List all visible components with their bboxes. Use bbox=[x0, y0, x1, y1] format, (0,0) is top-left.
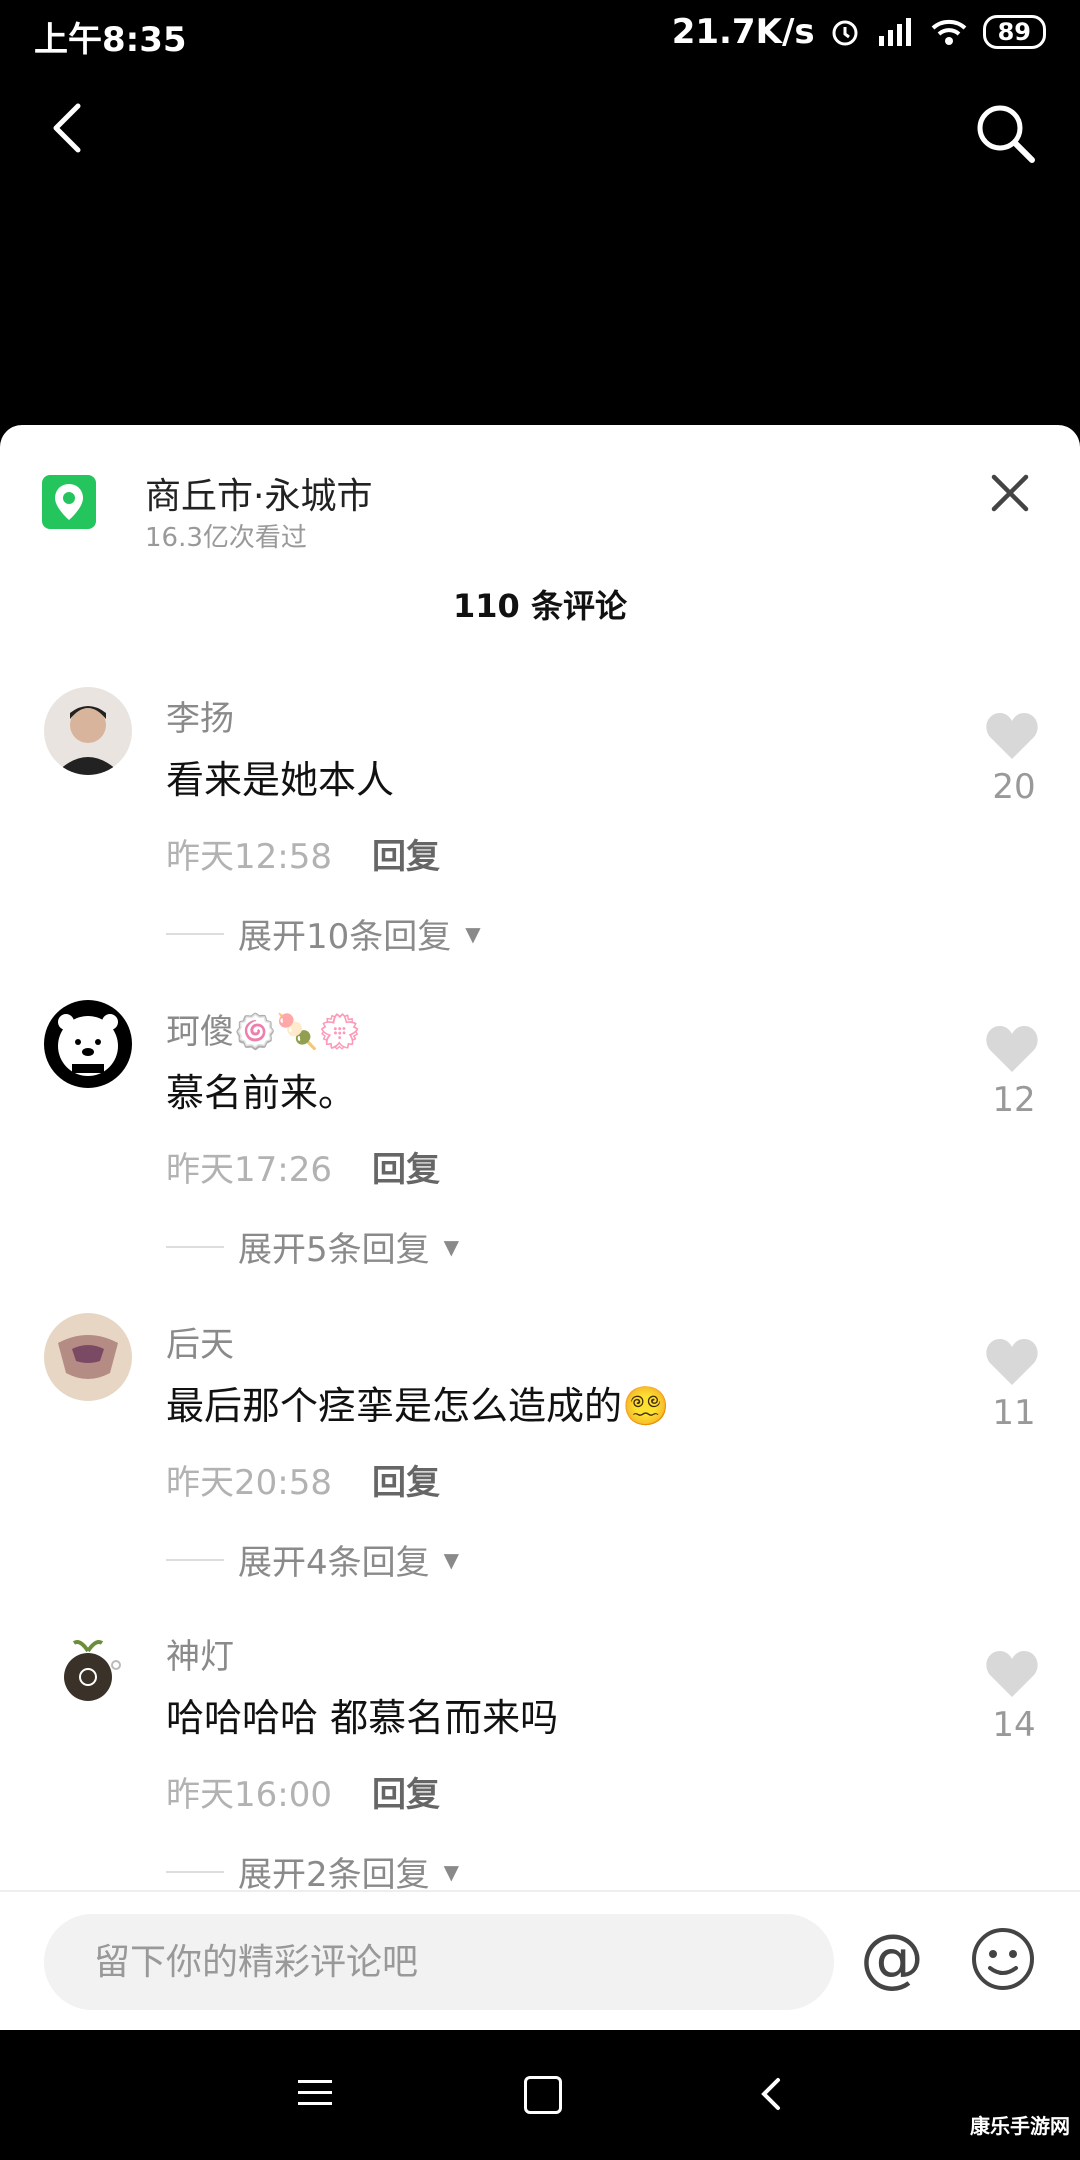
location-views: 16.3亿次看过 bbox=[145, 523, 307, 553]
status-bar: 上午8:35 21.7K/s 89 bbox=[0, 0, 1080, 70]
comment-author[interactable]: 后天 bbox=[166, 1317, 234, 1366]
triangle-down-icon: ▼ bbox=[465, 921, 481, 946]
top-bar bbox=[0, 80, 1080, 180]
avatar[interactable] bbox=[44, 1625, 132, 1713]
heart-icon[interactable] bbox=[984, 1649, 1040, 1699]
search-icon[interactable] bbox=[970, 98, 1040, 168]
comment-time: 昨天16:00 bbox=[166, 1775, 332, 1815]
comment-time: 昨天20:58 bbox=[166, 1463, 332, 1503]
close-icon[interactable] bbox=[984, 467, 1036, 519]
reply-button[interactable]: 回复 bbox=[372, 829, 440, 878]
alarm-icon bbox=[832, 20, 858, 46]
comment-input[interactable] bbox=[44, 1914, 834, 2010]
watermark: 康乐手游网 bbox=[970, 2114, 1070, 2138]
divider-line bbox=[166, 1245, 224, 1248]
triangle-down-icon: ▼ bbox=[443, 1859, 460, 1884]
home-icon[interactable] bbox=[524, 2076, 562, 2114]
heart-icon[interactable] bbox=[984, 711, 1040, 761]
expand-replies-button[interactable]: 展开10条回复 ▼ bbox=[166, 909, 481, 958]
wifi-icon bbox=[931, 19, 966, 45]
navigation-bar bbox=[0, 2030, 1080, 2160]
network-speed: 21.7K/s bbox=[671, 12, 815, 52]
heart-icon[interactable] bbox=[984, 1024, 1040, 1074]
expand-replies-button[interactable]: 展开4条回复 ▼ bbox=[166, 1535, 459, 1584]
reply-button[interactable]: 回复 bbox=[372, 1767, 440, 1816]
triangle-down-icon: ▼ bbox=[443, 1547, 460, 1572]
status-indicators: 21.7K/s 89 bbox=[672, 12, 1046, 52]
expand-replies-label: 展开5条回复 bbox=[238, 1230, 430, 1270]
nav-back-icon[interactable] bbox=[756, 2076, 786, 2112]
avatar[interactable] bbox=[44, 1000, 132, 1088]
expand-replies-label: 展开4条回复 bbox=[238, 1543, 430, 1583]
mention-button[interactable]: @ bbox=[860, 1924, 924, 1994]
triangle-down-icon: ▼ bbox=[443, 1234, 460, 1259]
divider-line bbox=[166, 1870, 224, 1873]
comment-time: 昨天17:26 bbox=[166, 1150, 332, 1190]
like-count: 14 bbox=[992, 1705, 1036, 1745]
signal-icon bbox=[878, 18, 911, 46]
comment-text: 最后那个痉挛是怎么造成的😵‍💫 bbox=[166, 1384, 670, 1428]
comment-author[interactable]: 珂傻🍥🍡💮 bbox=[166, 1004, 361, 1053]
location-pin-icon bbox=[42, 475, 96, 529]
comment-item: 李扬 看来是她本人 昨天12:58 回复 展开10条回复 ▼ 20 bbox=[0, 687, 1080, 987]
like-count: 20 bbox=[992, 767, 1036, 807]
comment-input-bar: @ bbox=[0, 1890, 1080, 2032]
comment-text: 看来是她本人 bbox=[166, 758, 395, 802]
expand-replies-button[interactable]: 展开2条回复 ▼ bbox=[166, 1847, 459, 1896]
avatar[interactable] bbox=[44, 687, 132, 775]
like-count: 12 bbox=[992, 1080, 1036, 1120]
comment-text: 哈哈哈哈 都慕名而来吗 bbox=[166, 1696, 559, 1740]
location-name[interactable]: 商丘市·永城市 bbox=[145, 467, 372, 519]
back-arrow-icon[interactable] bbox=[40, 98, 100, 158]
status-time: 上午8:35 bbox=[34, 20, 187, 60]
like-count: 11 bbox=[992, 1393, 1036, 1433]
divider-line bbox=[166, 1558, 224, 1561]
comment-author[interactable]: 李扬 bbox=[166, 691, 234, 740]
heart-icon[interactable] bbox=[984, 1337, 1040, 1387]
reply-button[interactable]: 回复 bbox=[372, 1142, 440, 1191]
comments-sheet: 商丘市·永城市 16.3亿次看过 110 条评论 李扬 看来是她本人 昨天12:… bbox=[0, 425, 1080, 2030]
avatar[interactable] bbox=[44, 1313, 132, 1401]
expand-replies-label: 展开2条回复 bbox=[238, 1855, 430, 1895]
comment-item: 后天 最后那个痉挛是怎么造成的😵‍💫 昨天20:58 回复 展开4条回复 ▼ 1… bbox=[0, 1313, 1080, 1613]
reply-button[interactable]: 回复 bbox=[372, 1455, 440, 1504]
comment-item: 珂傻🍥🍡💮 慕名前来。 昨天17:26 回复 展开5条回复 ▼ 12 bbox=[0, 1000, 1080, 1300]
emoji-icon[interactable] bbox=[968, 1924, 1038, 1994]
expand-replies-label: 展开10条回复 bbox=[238, 917, 452, 957]
divider-line bbox=[166, 932, 224, 935]
comment-text: 慕名前来。 bbox=[166, 1071, 357, 1115]
expand-replies-button[interactable]: 展开5条回复 ▼ bbox=[166, 1222, 459, 1271]
comment-item: 神灯 哈哈哈哈 都慕名而来吗 昨天16:00 回复 展开2条回复 ▼ 14 bbox=[0, 1625, 1080, 1925]
battery-indicator: 89 bbox=[982, 15, 1046, 49]
comment-time: 昨天12:58 bbox=[166, 837, 332, 877]
menu-icon[interactable] bbox=[298, 2078, 332, 2108]
comments-count: 110 条评论 bbox=[453, 587, 627, 625]
comment-author[interactable]: 神灯 bbox=[166, 1629, 234, 1678]
